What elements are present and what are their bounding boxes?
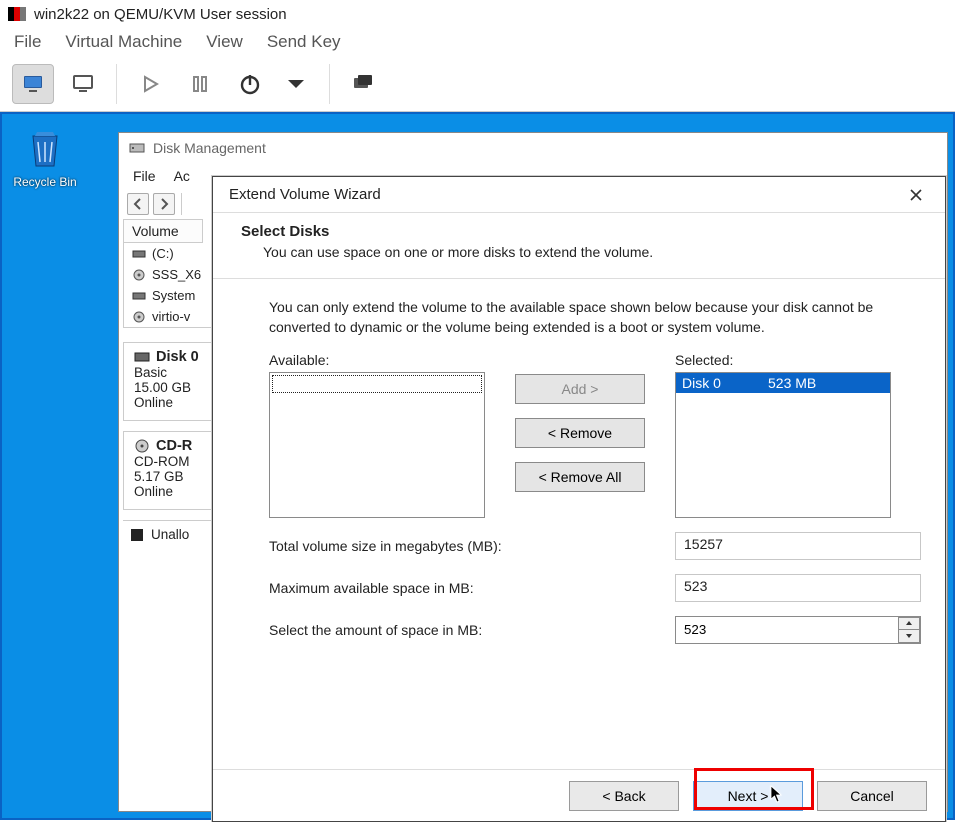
transfer-buttons: Add > < Remove < Remove All: [515, 374, 645, 518]
available-column: Available:: [269, 352, 485, 518]
wizard-header: Select Disks You can use space on one or…: [213, 213, 945, 279]
nav-back-button[interactable]: [127, 193, 149, 215]
max-space-label: Maximum available space in MB:: [269, 580, 675, 596]
amount-spin-buttons: [898, 617, 920, 643]
selected-disk-name: Disk 0: [682, 375, 768, 391]
selected-disks-listbox[interactable]: Disk 0 523 MB: [675, 372, 891, 518]
toolbar-console-button[interactable]: [12, 64, 54, 104]
legend-swatch-icon: [131, 529, 143, 541]
total-size-label: Total volume size in megabytes (MB):: [269, 538, 675, 554]
volume-row-label: (C:): [152, 246, 174, 261]
selected-disk-size: 523 MB: [768, 375, 816, 391]
nav-separator: [181, 193, 182, 215]
available-label: Available:: [269, 352, 485, 368]
amount-row: Select the amount of space in MB:: [269, 616, 921, 644]
recycle-bin-label: Recycle Bin: [2, 175, 88, 189]
legend-label: Unallo: [151, 527, 189, 542]
cancel-button[interactable]: Cancel: [817, 781, 927, 811]
add-button[interactable]: Add >: [515, 374, 645, 404]
close-icon: [909, 188, 923, 202]
virt-manager-menubar: File Virtual Machine View Send Key: [0, 28, 955, 56]
menu-view[interactable]: View: [206, 32, 243, 52]
toolbar-fullscreen-button[interactable]: [342, 64, 384, 104]
volume-row-label: virtio-v: [152, 309, 190, 324]
selected-label: Selected:: [675, 352, 891, 368]
nav-forward-button[interactable]: [153, 193, 175, 215]
amount-spinbox[interactable]: [675, 616, 921, 644]
amount-label: Select the amount of space in MB:: [269, 622, 675, 638]
remove-button[interactable]: < Remove: [515, 418, 645, 448]
available-disks-listbox[interactable]: [269, 372, 485, 518]
max-space-row: Maximum available space in MB: 523: [269, 574, 921, 602]
amount-spin-up[interactable]: [898, 617, 920, 631]
wizard-footer: < Back Next > Cancel: [213, 769, 945, 821]
menu-file[interactable]: File: [14, 32, 41, 52]
selected-column: Selected: Disk 0 523 MB: [675, 352, 891, 518]
next-button[interactable]: Next >: [693, 781, 803, 811]
toolbar-power-menu-caret[interactable]: [275, 64, 317, 104]
cdrom-title: CD-R: [156, 438, 192, 454]
remove-all-button[interactable]: < Remove All: [515, 462, 645, 492]
total-size-value: 15257: [675, 532, 921, 560]
toolbar-separator: [116, 64, 117, 104]
virt-manager-title: win2k22 on QEMU/KVM User session: [34, 6, 287, 23]
disk-management-titlebar: Disk Management: [119, 133, 947, 163]
guest-display: Recycle Bin Disk Management File Ac Volu…: [0, 112, 955, 820]
menu-virtual-machine[interactable]: Virtual Machine: [65, 32, 182, 52]
volume-column-header[interactable]: Volume: [123, 219, 203, 243]
wizard-body: You can only extend the volume to the av…: [213, 279, 945, 654]
disk-selection-area: Available: Add > < Remove < Remove All S…: [269, 352, 921, 518]
virt-manager-toolbar: [0, 56, 955, 112]
toolbar-power-button[interactable]: [229, 64, 271, 104]
available-focus-row: [272, 375, 482, 393]
extend-volume-wizard-dialog: Extend Volume Wizard Select Disks You ca…: [212, 176, 946, 822]
menu-send-key[interactable]: Send Key: [267, 32, 341, 52]
dm-menu-file[interactable]: File: [133, 168, 156, 184]
wizard-subheading: You can use space on one or more disks t…: [241, 244, 917, 260]
virt-manager-logo-icon: [8, 7, 26, 21]
wizard-info-text: You can only extend the volume to the av…: [269, 297, 909, 338]
disk-management-icon: [129, 140, 145, 156]
amount-spin-down[interactable]: [898, 630, 920, 643]
toolbar-run-button[interactable]: [129, 64, 171, 104]
disk0-title: Disk 0: [156, 349, 199, 365]
max-space-value: 523: [675, 574, 921, 602]
wizard-close-button[interactable]: [901, 183, 931, 207]
dm-menu-action[interactable]: Ac: [174, 168, 190, 184]
wizard-titlebar: Extend Volume Wizard: [213, 177, 945, 213]
toolbar-details-button[interactable]: [62, 64, 104, 104]
wizard-heading: Select Disks: [241, 223, 917, 240]
virt-manager-titlebar: win2k22 on QEMU/KVM User session: [0, 0, 955, 28]
volume-row-label: System: [152, 288, 195, 303]
disk-management-title: Disk Management: [153, 140, 266, 156]
wizard-title: Extend Volume Wizard: [229, 186, 381, 203]
toolbar-separator: [329, 64, 330, 104]
volume-row-label: SSS_X6: [152, 267, 201, 282]
back-button[interactable]: < Back: [569, 781, 679, 811]
recycle-bin-desktop-icon[interactable]: Recycle Bin: [2, 124, 88, 189]
selected-disk-item[interactable]: Disk 0 523 MB: [676, 373, 890, 393]
toolbar-pause-button[interactable]: [179, 64, 221, 104]
total-size-row: Total volume size in megabytes (MB): 152…: [269, 532, 921, 560]
